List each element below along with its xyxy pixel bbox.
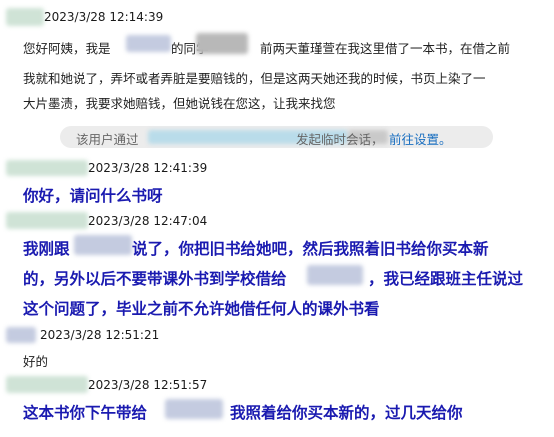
redacted-name (74, 235, 132, 255)
message-timestamp: 2023/3/28 12:51:57 (88, 378, 208, 392)
message-text: 这个问题了，毕业之前不允许她借任何人的课外书看 (23, 300, 380, 318)
message-text: 好的 (23, 354, 49, 369)
sender-name-redacted (6, 376, 88, 393)
sender-name-redacted (6, 327, 36, 343)
redacted-name (126, 35, 171, 52)
settings-link[interactable]: 前往设置。 (389, 129, 452, 148)
message-text: 我照着给你买本新的，过几天给你 (230, 404, 463, 422)
sender-name-redacted (6, 212, 88, 229)
message-timestamp: 2023/3/28 12:51:21 (40, 328, 160, 342)
message-timestamp: 2023/3/28 12:14:39 (44, 10, 164, 24)
redacted-name (196, 33, 248, 54)
redacted-name (307, 265, 363, 285)
message-text: 我刚跟 (23, 240, 70, 258)
message-text: 说了，你把旧书给她吧，然后我照着旧书给你买本新 (132, 240, 489, 258)
message-timestamp: 2023/3/28 12:47:04 (88, 214, 208, 228)
message-timestamp: 2023/3/28 12:41:39 (88, 161, 208, 175)
message-text: 这本书你下午带给 (23, 404, 148, 422)
message-text: 大片墨渍，我要求她赔钱，但她说钱在您这，让我来找您 (23, 96, 336, 111)
message-text: 的，另外以后不要带课外书到学校借给 (23, 270, 287, 288)
redacted-name (165, 399, 223, 419)
temporary-session-notice: 该用户通过 发起临时会话， 前往设置。 (60, 126, 493, 148)
message-text: 我就和她说了，弄坏或者弄脏是要赔钱的，但是这两天她还我的时候，书页上染了一 (23, 71, 486, 86)
notice-prefix: 该用户通过 (76, 132, 139, 147)
chat-window: { "messages": [ { "time": "2023/3/28 12:… (0, 0, 554, 437)
message-text: 前两天董瑾萱在我这里借了一本书，在借之前 (260, 41, 511, 56)
notice-middle: 发起临时会话， (296, 132, 384, 147)
sender-name-redacted (6, 8, 44, 26)
message-text: 您好阿姨，我是 (23, 41, 111, 56)
sender-name-redacted (6, 160, 88, 176)
message-text: 你好，请问什么书呀 (23, 187, 163, 205)
message-text: ，我已经跟班主任说过 (368, 270, 524, 288)
